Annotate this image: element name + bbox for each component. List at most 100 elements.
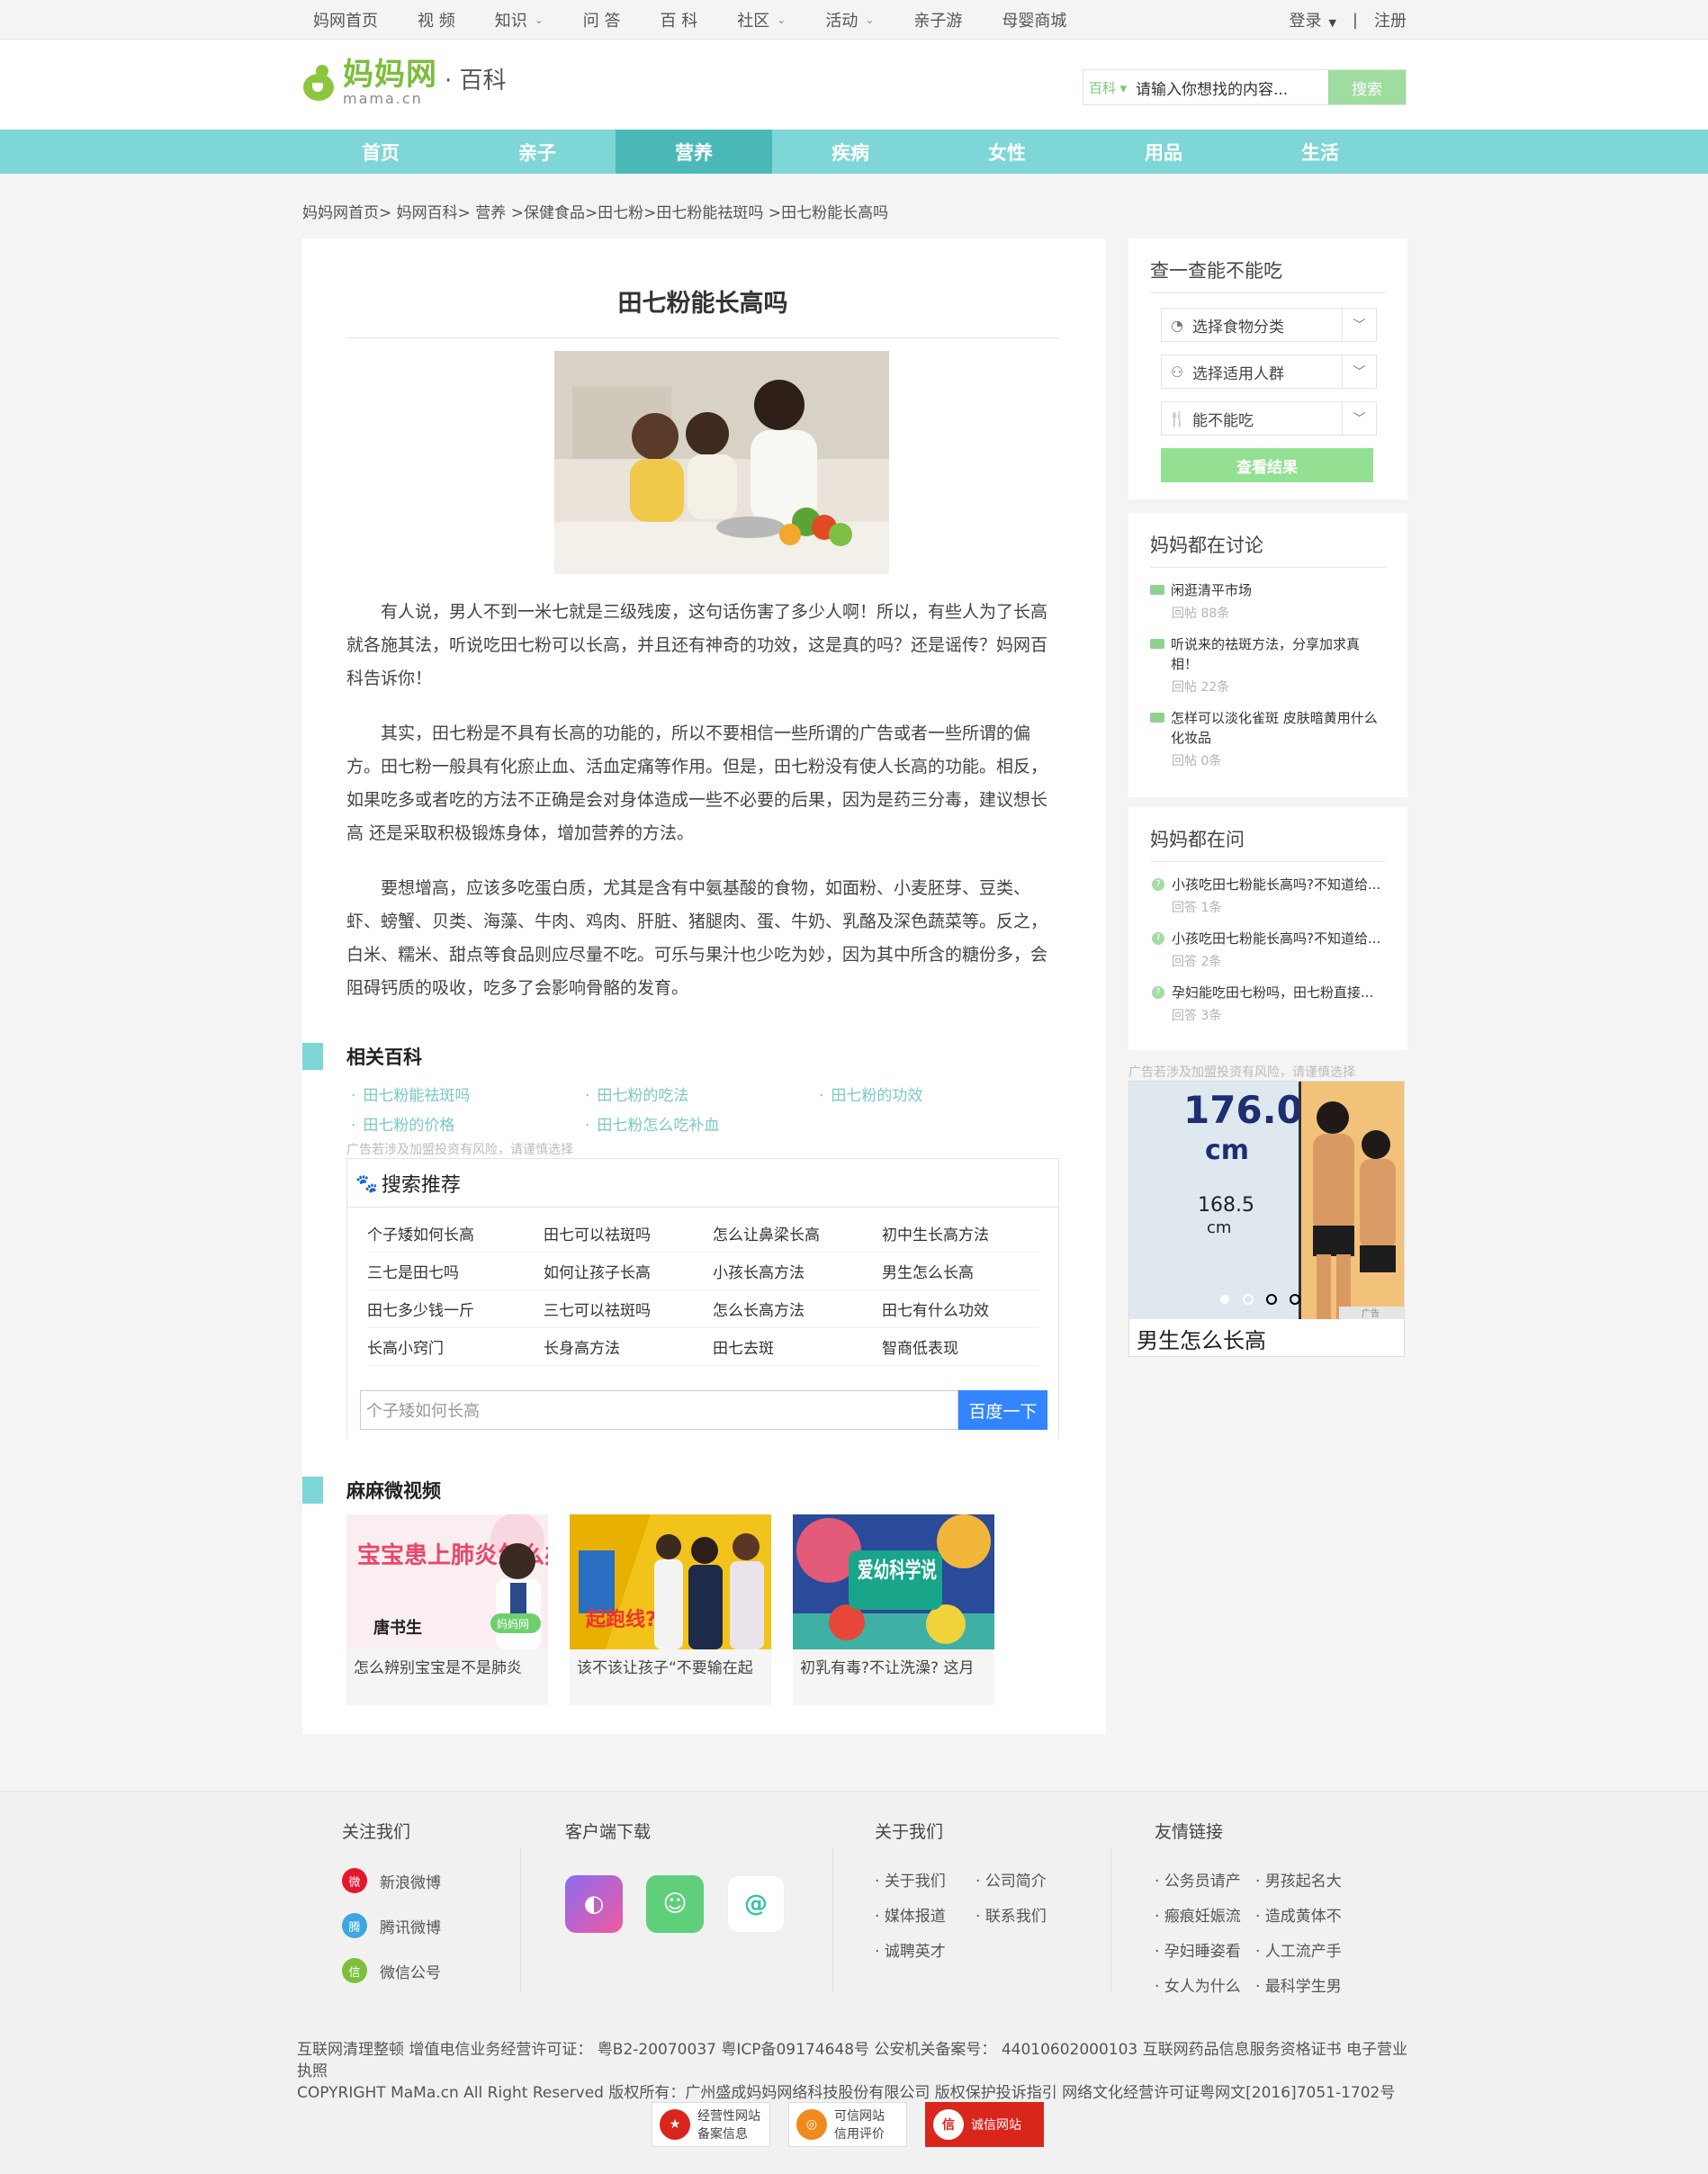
- discussion-item[interactable]: 怎样可以淡化雀斑 皮肤暗黄用什么化妆品 回帖 0条: [1150, 708, 1386, 769]
- trusted-site-badge[interactable]: ◎ 可信网站 信用评价: [788, 2102, 907, 2147]
- topnav-community[interactable]: 社区 ⌄: [737, 8, 786, 31]
- logo-name: 妈妈网: [343, 57, 437, 93]
- about-link[interactable]: 公司简介: [975, 1868, 1076, 1891]
- discussion-item[interactable]: 闲逛清平市场 回帖 88条: [1150, 580, 1386, 622]
- recommend-link[interactable]: 小孩长高方法: [713, 1260, 882, 1282]
- recommend-link[interactable]: 田七可以祛斑吗: [544, 1222, 713, 1244]
- recommend-link[interactable]: 初中生长高方法: [882, 1222, 1051, 1244]
- topnav-events[interactable]: 活动 ⌄: [825, 8, 874, 31]
- about-link[interactable]: 关于我们: [875, 1868, 975, 1891]
- topnav-knowledge[interactable]: 知识 ⌄: [495, 8, 544, 31]
- friend-link[interactable]: 人工流产手: [1255, 1938, 1356, 1961]
- wechat-link[interactable]: 信微信公号: [342, 1958, 441, 1983]
- integrity-seal-icon: 信: [933, 2109, 964, 2140]
- about-link[interactable]: 联系我们: [975, 1903, 1076, 1926]
- weibo-link[interactable]: 微新浪微博: [342, 1868, 441, 1893]
- site-header: 妈妈网 mama.cn · 百科 百科 ▾ 请输入你想找的内容... 搜索: [0, 40, 1708, 130]
- chevron-down-icon: ⌄: [865, 13, 875, 26]
- nav-disease[interactable]: 疾病: [772, 130, 929, 174]
- video-section-header: 麻麻微视频: [302, 1477, 441, 1504]
- question-mark-icon: ?: [1152, 986, 1164, 999]
- sidebar-ad[interactable]: 176.0 cm 168.5 cm 广告 男生怎么长高: [1128, 1081, 1405, 1357]
- recommend-link[interactable]: 长身高方法: [544, 1335, 713, 1358]
- discussion-item[interactable]: 听说来的祛斑方法，分享加求真相！ 回帖 22条: [1150, 634, 1386, 696]
- divider: [346, 337, 1059, 338]
- search-button[interactable]: 搜索: [1328, 70, 1406, 104]
- check-result-button[interactable]: 查看结果: [1161, 448, 1373, 482]
- video-card[interactable]: 起跑线? 该不该让孩子“不要输在起: [570, 1514, 771, 1705]
- chevron-down-icon: ﹀: [1342, 355, 1376, 388]
- recommend-link[interactable]: 个子矮如何长高: [367, 1222, 544, 1244]
- recommend-link[interactable]: 男生怎么长高: [882, 1260, 1051, 1282]
- related-link[interactable]: 田七粉的吃法: [585, 1083, 819, 1105]
- recommend-link[interactable]: 长高小窍门: [367, 1335, 544, 1358]
- question-item[interactable]: ? 小孩吃田七粉能长高吗?不知道给... 回答 2条: [1150, 929, 1386, 970]
- baidu-search-button[interactable]: 百度一下: [958, 1390, 1047, 1430]
- topnav-qa[interactable]: 问 答: [583, 8, 621, 31]
- related-link[interactable]: 田七粉的价格: [351, 1112, 585, 1135]
- footer-heading: 关于我们: [875, 1822, 944, 1842]
- friend-link[interactable]: 女人为什么: [1155, 1973, 1255, 1996]
- audience-select[interactable]: ⚇ 选择适用人群 ﹀: [1161, 355, 1377, 389]
- question-item[interactable]: ? 小孩吃田七粉能长高吗?不知道给... 回答 1条: [1150, 875, 1386, 916]
- login-link[interactable]: 登录 ▼: [1289, 8, 1335, 31]
- recommend-link[interactable]: 田七多少钱一斤: [367, 1298, 544, 1320]
- tencent-weibo-link[interactable]: 腾腾讯微博: [342, 1913, 441, 1938]
- site-logo[interactable]: 妈妈网 mama.cn · 百科: [301, 59, 507, 106]
- related-link[interactable]: 田七粉能祛斑吗: [351, 1083, 585, 1105]
- friend-link[interactable]: 孕妇睡姿看: [1155, 1938, 1255, 1961]
- recommend-link[interactable]: 三七是田七吗: [367, 1260, 544, 1282]
- mama-app-icon[interactable]: ◐: [565, 1875, 623, 1933]
- ad-disclaimer: 广告若涉及加盟投资有风险，请谨慎选择: [1128, 1065, 1355, 1080]
- friend-link[interactable]: 瘢痕妊娠流: [1155, 1903, 1255, 1926]
- topnav-mall[interactable]: 母婴商城: [1002, 8, 1066, 31]
- topnav-video[interactable]: 视 频: [418, 8, 455, 31]
- recommend-link[interactable]: 如何让孩子长高: [544, 1260, 713, 1282]
- baidu-search-input[interactable]: 个子矮如何长高: [360, 1390, 958, 1430]
- related-link[interactable]: 田七粉怎么吃补血: [585, 1112, 819, 1135]
- friend-link[interactable]: 公务员请产: [1155, 1868, 1255, 1891]
- nav-home[interactable]: 首页: [302, 130, 459, 174]
- icp-badge[interactable]: ★ 经营性网站 备案信息: [652, 2102, 770, 2147]
- question-title: 小孩吃田七粉能长高吗?不知道给...: [1172, 930, 1381, 947]
- footer-heading: 关注我们: [342, 1822, 411, 1842]
- nav-products[interactable]: 用品: [1085, 130, 1242, 174]
- nav-parenting[interactable]: 亲子: [459, 130, 616, 174]
- search-input[interactable]: 请输入你想找的内容...: [1132, 70, 1328, 104]
- spiral-app-icon[interactable]: @: [727, 1875, 785, 1933]
- friend-link[interactable]: 最科学生男: [1255, 1973, 1356, 1996]
- recommend-link[interactable]: 怎么让鼻梁长高: [713, 1222, 882, 1244]
- nav-life[interactable]: 生活: [1242, 130, 1398, 174]
- can-eat-select[interactable]: 🍴 能不能吃 ﹀: [1161, 401, 1377, 436]
- video-card[interactable]: 宝宝患上肺炎怎么办?专家这样说 唐书生 妈妈网 怎么辨别宝宝是不是肺炎: [346, 1514, 548, 1705]
- recommend-link[interactable]: 怎么长高方法: [713, 1298, 882, 1320]
- friend-link[interactable]: 造成黄体不: [1255, 1903, 1356, 1926]
- topnav-label: 问 答: [582, 12, 621, 31]
- food-category-select[interactable]: ◔ 选择食物分类 ﹀: [1161, 308, 1377, 342]
- about-link[interactable]: 媒体报道: [875, 1903, 975, 1926]
- about-link[interactable]: 诚聘英才: [875, 1938, 975, 1961]
- integrity-site-badge[interactable]: 信 诚信网站: [925, 2102, 1044, 2147]
- ad-tag: 广告: [1362, 1307, 1380, 1319]
- video-card[interactable]: 爱幼科学说 初乳有毒?不让洗澡? 这月: [793, 1514, 994, 1705]
- ad-caption: 男生怎么长高: [1137, 1328, 1266, 1353]
- footer-heading: 友情链接: [1155, 1822, 1224, 1842]
- breadcrumb[interactable]: 妈妈网首页> 妈网百科> 营养 >保健食品>田七粉>田七粉能祛斑吗 >田七粉能长…: [302, 200, 888, 222]
- register-link[interactable]: 注册: [1374, 8, 1407, 31]
- baby-app-icon[interactable]: ☺: [646, 1875, 704, 1933]
- friend-link[interactable]: 男孩起名大: [1255, 1868, 1356, 1891]
- nav-women[interactable]: 女性: [929, 130, 1085, 174]
- recommend-link[interactable]: 智商低表现: [882, 1335, 1051, 1358]
- search-scope-select[interactable]: 百科 ▾: [1083, 70, 1132, 104]
- related-link[interactable]: 田七粉的功效: [819, 1083, 1053, 1105]
- recommend-link[interactable]: 田七去斑: [713, 1335, 882, 1358]
- topnav-home[interactable]: 妈网首页: [313, 8, 378, 31]
- trust-badges: ★ 经营性网站 备案信息 ◎ 可信网站 信用评价 信 诚信网站: [652, 2102, 1044, 2147]
- recommend-link[interactable]: 三七可以祛斑吗: [544, 1298, 713, 1320]
- nav-nutrition[interactable]: 营养: [616, 130, 772, 174]
- logo-section: · 百科: [445, 67, 507, 94]
- recommend-link[interactable]: 田七有什么功效: [882, 1298, 1051, 1320]
- topnav-baike[interactable]: 百 科: [661, 8, 698, 31]
- topnav-family-travel[interactable]: 亲子游: [913, 8, 962, 31]
- question-item[interactable]: ? 孕妇能吃田七粉吗，田七粉直接... 回答 3条: [1150, 983, 1386, 1024]
